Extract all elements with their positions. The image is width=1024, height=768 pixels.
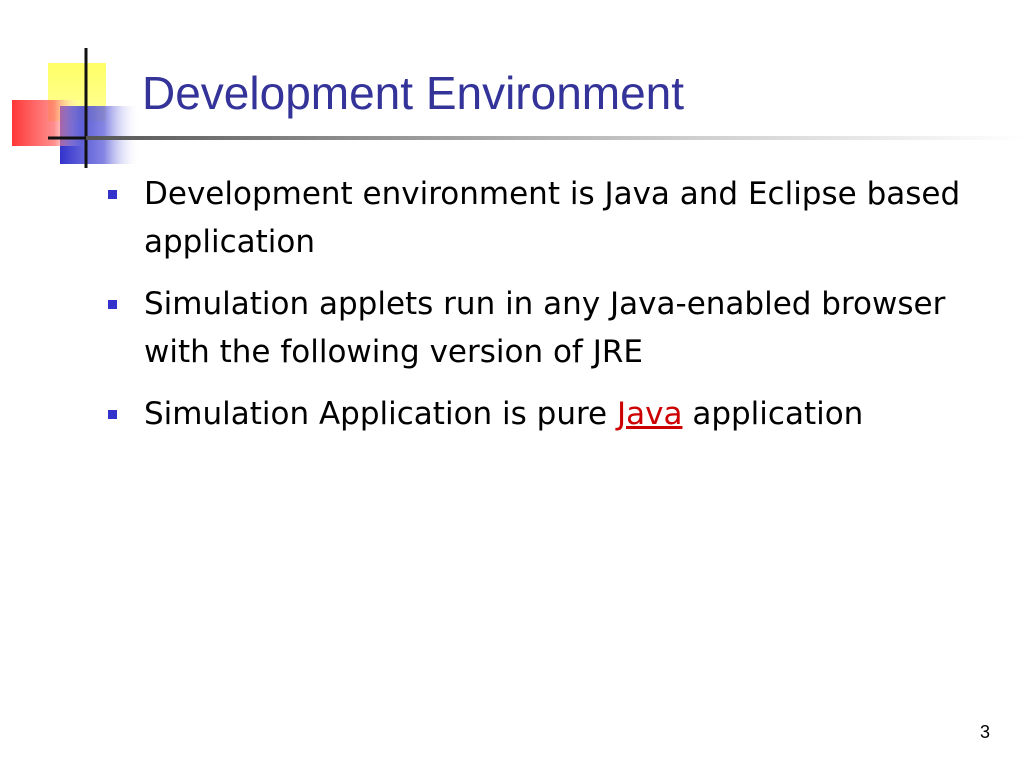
java-link[interactable]: Java: [617, 396, 682, 432]
bullet-item: Development environment is Java and Ecli…: [100, 170, 1000, 266]
bullet-item: Simulation applets run in any Java-enabl…: [100, 280, 1000, 376]
square-blocks-logo: [12, 48, 150, 168]
bullet-item: Simulation Application is pure Java appl…: [100, 390, 1000, 438]
slide-title: Development Environment: [142, 67, 685, 119]
bullet-text-before-link: Simulation Application is pure: [144, 396, 617, 432]
slide: Development Environment Development envi…: [0, 0, 1024, 768]
square-bullet-icon: [108, 300, 117, 309]
square-bullet-icon: [108, 410, 117, 419]
bullet-text-after-link: application: [682, 396, 864, 432]
page-number: 3: [979, 722, 990, 742]
bullet-text: Development environment is Java and Ecli…: [144, 176, 961, 260]
square-bullet-icon: [108, 190, 117, 199]
title-divider: [86, 136, 1024, 140]
bullet-text: Simulation applets run in any Java-enabl…: [144, 286, 946, 370]
bullet-list: Development environment is Java and Ecli…: [100, 170, 1000, 452]
